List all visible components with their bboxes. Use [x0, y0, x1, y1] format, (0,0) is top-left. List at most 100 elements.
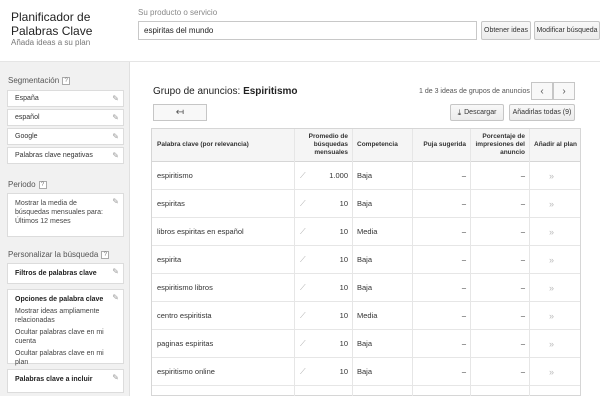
- pencil-icon[interactable]: ✎: [112, 151, 119, 160]
- header-avg-searches[interactable]: Promedio de búsquedas mensuales: [295, 129, 352, 162]
- trend-chart-icon[interactable]: ⟋: [300, 358, 306, 385]
- bid-cell: –: [461, 171, 466, 180]
- bid-cell: –: [461, 367, 466, 376]
- share-cell: –: [500, 386, 525, 396]
- trend-chart-icon[interactable]: ⟋: [300, 190, 306, 217]
- competition-cell: Baja: [357, 339, 373, 348]
- pencil-icon[interactable]: ✎: [112, 293, 119, 302]
- keyword-cell[interactable]: paginas espiritas: [157, 330, 292, 357]
- add-to-plan-icon[interactable]: »: [549, 190, 554, 217]
- avg-searches-cell: 10: [339, 367, 348, 376]
- segmentation-title: Segmentación ?: [8, 76, 71, 85]
- sidebar-item-location[interactable]: España ✎: [7, 90, 124, 107]
- header-competition[interactable]: Competencia: [353, 129, 412, 162]
- add-to-plan-icon[interactable]: »: [549, 162, 554, 189]
- keyword-cell[interactable]: libros espiritas en español: [157, 218, 292, 245]
- avg-searches-cell: 10: [312, 386, 348, 396]
- add-all-button[interactable]: Añadirlas todas (9): [509, 104, 575, 121]
- add-to-plan-icon[interactable]: »: [549, 302, 554, 329]
- personalize-title: Personalizar la búsqueda ?: [8, 250, 110, 259]
- option-line: Ocultar palabras clave en mi cuenta: [15, 329, 104, 345]
- bid-cell: –: [461, 227, 466, 236]
- add-to-plan-icon[interactable]: »: [549, 358, 554, 385]
- share-cell: –: [520, 227, 525, 236]
- pencil-icon[interactable]: ✎: [112, 132, 119, 141]
- trend-chart-icon[interactable]: ⟋: [300, 162, 306, 189]
- trend-chart-icon[interactable]: ⟋: [300, 246, 306, 273]
- competition-cell: Baja: [357, 171, 373, 180]
- chevron-left-icon: ‹: [540, 85, 544, 97]
- competition-cell: Baja: [357, 367, 373, 376]
- modify-search-button[interactable]: Modificar búsqueda: [534, 21, 600, 40]
- product-input[interactable]: [138, 21, 477, 40]
- header-add-to-plan: Añadir al plan: [530, 129, 580, 162]
- add-to-plan-icon[interactable]: »: [549, 218, 554, 245]
- keyword-cell[interactable]: espiritismo: [157, 162, 292, 189]
- share-cell: –: [520, 255, 525, 264]
- sidebar-item-language[interactable]: español ✎: [7, 109, 124, 126]
- add-to-plan-icon[interactable]: »: [549, 330, 554, 357]
- avg-searches-cell: 10: [339, 255, 348, 264]
- back-button[interactable]: ↤: [153, 104, 207, 121]
- sidebar-item-negative-keywords[interactable]: Palabras clave negativas ✎: [7, 147, 124, 164]
- add-to-plan-icon[interactable]: »: [549, 274, 554, 301]
- header-keyword[interactable]: Palabra clave (por relevancia): [152, 129, 294, 162]
- header: Planificador de Palabras Clave Añada ide…: [0, 0, 600, 62]
- keyword-options-card[interactable]: Opciones de palabra clave Mostrar ideas …: [7, 289, 124, 366]
- ad-group-title: Grupo de anuncios: Espiritismo: [153, 86, 298, 97]
- keyword-table: Palabra clave (por relevancia) Promedio …: [151, 128, 581, 396]
- header-suggested-bid[interactable]: Puja sugerida: [413, 129, 470, 162]
- trend-chart-icon[interactable]: ⟋: [300, 218, 306, 245]
- share-cell: –: [520, 311, 525, 320]
- help-icon[interactable]: ?: [62, 76, 71, 85]
- keyword-cell[interactable]: centro espiritista: [157, 302, 292, 329]
- keyword-cell[interactable]: espirita: [157, 246, 292, 273]
- keyword-filters-title: Filtros de palabras clave: [15, 270, 97, 277]
- sidebar-item-network[interactable]: Google ✎: [7, 128, 124, 145]
- download-button[interactable]: ⤓ Descargar: [450, 104, 504, 121]
- keyword-cell[interactable]: espiritas: [157, 190, 292, 217]
- competition-cell: Baja: [357, 283, 373, 292]
- option-line: Ocultar palabras clave en mi plan: [15, 350, 104, 366]
- add-to-plan-icon[interactable]: »: [549, 246, 554, 273]
- pencil-icon[interactable]: ✎: [112, 267, 119, 276]
- table-row: centro espiritista ⟋ 10 Media – – »: [152, 302, 580, 330]
- trend-chart-icon[interactable]: ⟋: [300, 274, 306, 301]
- keyword-filters-card[interactable]: Filtros de palabras clave ✎: [7, 263, 124, 284]
- get-ideas-button[interactable]: Obtener ideas: [481, 21, 531, 40]
- bid-cell: –: [461, 311, 466, 320]
- download-icon: ⤓: [457, 107, 462, 117]
- ad-group-name: Espiritismo: [243, 86, 298, 97]
- pencil-icon[interactable]: ✎: [112, 94, 119, 103]
- include-keywords-card[interactable]: Palabras clave a incluir ✎: [7, 369, 124, 393]
- prev-page-button[interactable]: ‹: [531, 82, 553, 100]
- pencil-icon[interactable]: ✎: [112, 113, 119, 122]
- table-row: espiritas ⟋ 10 Baja – – »: [152, 190, 580, 218]
- table-row: espirita ⟋ 10 Baja – – »: [152, 246, 580, 274]
- help-icon[interactable]: ?: [101, 250, 110, 259]
- chevron-right-icon: ›: [562, 85, 566, 97]
- keyword-cell[interactable]: espiritismo libros: [157, 274, 292, 301]
- pencil-icon[interactable]: ✎: [112, 197, 119, 206]
- share-cell: –: [520, 367, 525, 376]
- period-text: Mostrar la media de búsquedas mensuales …: [15, 200, 103, 225]
- trend-chart-icon[interactable]: ⟋: [300, 330, 306, 357]
- competition-cell: Media: [357, 311, 378, 320]
- avg-searches-cell: 10: [339, 199, 348, 208]
- period-card[interactable]: Mostrar la media de búsquedas mensuales …: [7, 193, 124, 237]
- table-row: espiritismo online ⟋ 10 Baja – – »: [152, 358, 580, 386]
- share-cell: –: [520, 171, 525, 180]
- add-to-plan-icon[interactable]: »: [549, 386, 554, 396]
- help-icon[interactable]: ?: [38, 180, 47, 189]
- option-line: Mostrar ideas ampliamente relacionadas: [15, 308, 100, 324]
- keyword-cell[interactable]: libros espiritismo: [157, 386, 292, 396]
- trend-chart-icon[interactable]: ⟋: [300, 386, 306, 396]
- next-page-button[interactable]: ›: [553, 82, 575, 100]
- pencil-icon[interactable]: ✎: [112, 373, 119, 382]
- share-cell: –: [520, 199, 525, 208]
- keyword-cell[interactable]: espiritismo online: [157, 358, 292, 385]
- header-impression-share[interactable]: Porcentaje de impresiones del anuncio: [471, 129, 529, 162]
- trend-chart-icon[interactable]: ⟋: [300, 302, 306, 329]
- back-arrow-icon: ↤: [175, 107, 185, 118]
- table-row: paginas espiritas ⟋ 10 Baja – – »: [152, 330, 580, 358]
